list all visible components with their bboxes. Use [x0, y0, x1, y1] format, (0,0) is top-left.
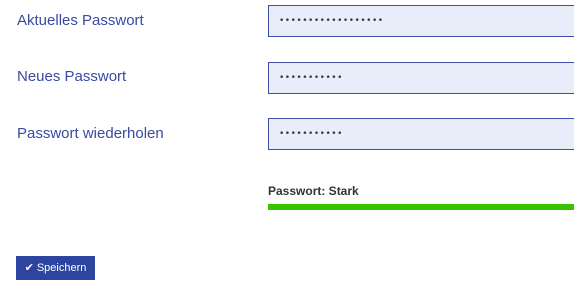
new-password-label: Neues Passwort — [17, 68, 127, 85]
password-strength-bar — [268, 204, 574, 210]
repeat-password-field[interactable]: ••••••••••• — [268, 118, 574, 150]
save-button-label: Speichern — [36, 262, 87, 274]
repeat-password-label: Passwort wiederholen — [17, 125, 164, 142]
check-icon: ✔ — [24, 261, 34, 274]
password-strength-text: Passwort: Stark — [268, 184, 359, 198]
current-password-label: Aktuelles Passwort — [17, 12, 144, 29]
save-button[interactable]: ✔ Speichern — [16, 256, 95, 280]
new-password-field[interactable]: ••••••••••• — [268, 62, 574, 94]
current-password-field[interactable]: •••••••••••••••••• — [268, 5, 574, 37]
password-strength-fill — [268, 204, 574, 210]
